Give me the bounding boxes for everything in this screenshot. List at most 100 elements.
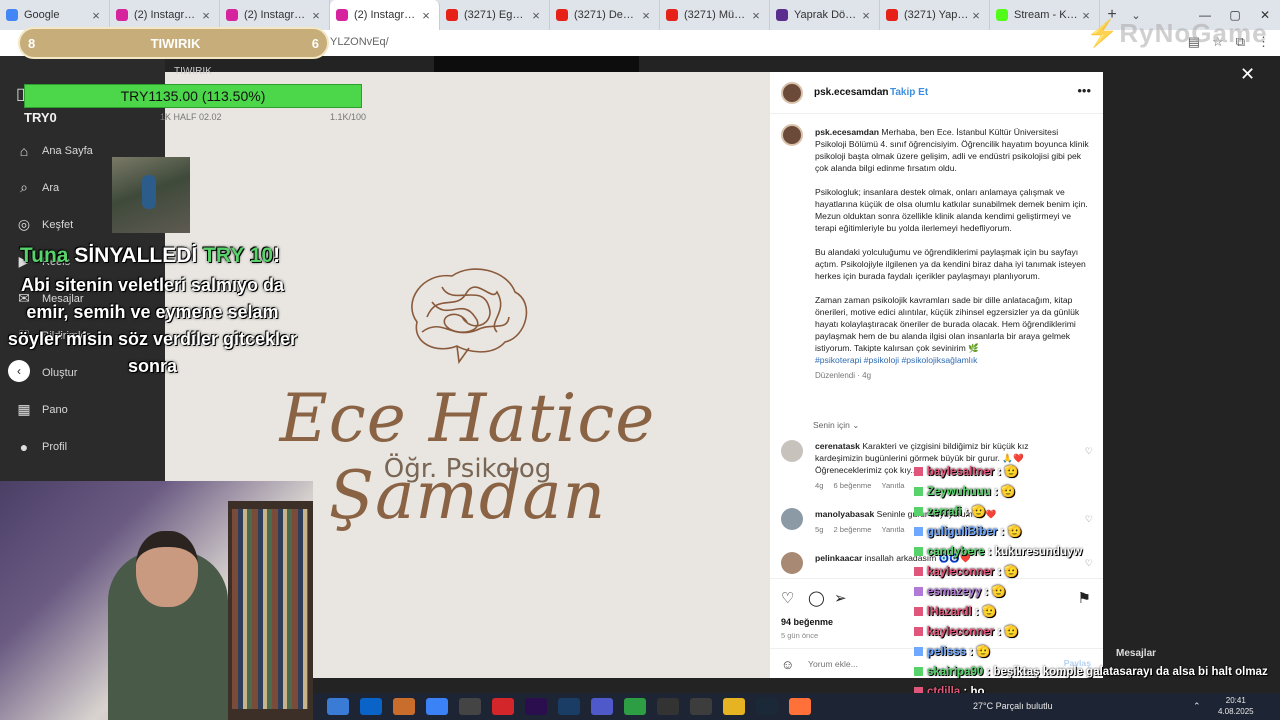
close-tab-icon[interactable]: × [199,8,213,23]
goal-faint-text: 1K HALF 02.02 [160,112,222,122]
chrome-icon[interactable] [624,698,646,715]
chat-username[interactable]: candybere [927,546,985,558]
chat-username[interactable]: esmazeyy [927,586,981,598]
caption-avatar[interactable] [781,124,803,146]
steam-icon[interactable] [756,698,778,715]
commenter-avatar[interactable] [781,508,803,530]
hashtags[interactable]: #psikoterapi #psikoloji #psikolojiksağla… [815,355,977,365]
donation-goal-value: TRY1135.00 (113.50%) [120,88,266,104]
chat-username[interactable]: Zeywuhuuu [927,486,991,498]
chat-username[interactable]: baylesaltner [927,466,994,478]
chat-username[interactable]: kayleconner [927,566,994,578]
explorer-icon[interactable] [723,698,745,715]
alert-action: SİNYALLEDİ [74,244,198,267]
follow-button[interactable]: Takip Et [890,87,928,98]
photoshop-icon[interactable] [558,698,580,715]
sidebar-item-dashboard[interactable]: ▦ Pano [16,391,93,428]
close-tab-icon[interactable]: × [419,8,433,23]
obs-icon[interactable] [690,698,712,715]
close-tab-icon[interactable]: × [529,8,543,23]
firefox-icon[interactable] [789,698,811,715]
alert-amount: TRY 10 [203,244,274,267]
bolt-icon: ⚡ [1086,18,1120,48]
comment-likes[interactable]: 6 beğenme [833,481,871,490]
sidebar-item-home[interactable]: ⌂ Ana Sayfa [16,132,93,169]
close-tab-icon[interactable]: × [969,8,983,23]
tab-favicon-icon [226,9,238,21]
url-text[interactable]: YLZONvEq/ [330,36,389,48]
browser-tab[interactable]: (3271) Müge Anlı ile× [660,0,770,30]
likes-count[interactable]: 94 beğenme [781,617,833,627]
browser-tab[interactable]: (2) Instagram × [220,0,330,30]
chat-text: 🫡 [1001,486,1016,498]
sidebar-item-explore[interactable]: ◎ Keşfet [16,206,93,243]
commenter-username[interactable]: cerenatask [815,441,860,451]
reply-button[interactable]: Yanıtla [881,481,904,490]
outlook-icon[interactable] [360,698,382,715]
taskbar-clock[interactable]: 20:41 4.08.2025 [1218,695,1254,717]
sidebar-item-search[interactable]: ⌕ Ara [16,169,93,206]
browser-tab[interactable]: Google × [0,0,110,30]
chat-separator: : [961,506,972,518]
sidebar-item-profile[interactable]: ● Profil [16,428,93,465]
emoji-icon[interactable]: ☺ [781,657,794,672]
chat-badge-icon [914,487,923,497]
opera-icon[interactable] [492,698,514,715]
reply-button[interactable]: Yanıtla [881,525,904,534]
donor-name: Tuna [19,244,69,267]
close-tab-icon[interactable]: × [89,8,103,23]
chat-username[interactable]: skairipa90 [927,666,983,678]
post-caption: psk.ecesamdan Merhaba, ben Ece. İstanbul… [770,114,1103,406]
author-username[interactable]: psk.ecesamdan [814,87,889,98]
share-icon[interactable]: ➢ [834,589,847,607]
comment-sort-dropdown[interactable]: Senin için ⌄ [813,420,859,431]
system-tray-icon[interactable]: ⌃ [1193,701,1201,712]
browser-tab[interactable]: Stream - Kick Dashb× [990,0,1100,30]
close-tab-icon[interactable]: × [859,8,873,23]
start-icon[interactable] [327,698,349,715]
commenter-avatar[interactable] [781,440,803,462]
like-icon[interactable]: ♡ [781,589,794,607]
caption-username[interactable]: psk.ecesamdan [815,127,879,137]
chat-username[interactable]: lHazardl [927,606,972,618]
tab-title: (2) Instagram [244,9,309,21]
commenter-username[interactable]: manolyabasak [815,509,874,519]
chat-separator: : [983,666,994,678]
commenter-avatar[interactable] [781,552,803,574]
comment-icon[interactable]: ◯ [808,589,825,607]
chat-username[interactable]: kayleconner [927,626,994,638]
browser-tab[interactable]: (3271) Deniz Seki - 2× [550,0,660,30]
teams-icon[interactable] [591,698,613,715]
tab-favicon-icon [446,9,458,21]
close-tab-icon[interactable]: × [309,8,323,23]
chat-username[interactable]: zerrafi [927,506,962,518]
terminal-icon[interactable] [459,698,481,715]
browser-tab[interactable]: (2) Instagram × [110,0,220,30]
chat-message: esmazeyy : 🫡 [914,582,1274,602]
browser-tab[interactable]: (3271) Yaprak Dökü× [880,0,990,30]
app-icon[interactable] [393,698,415,715]
premiere-icon[interactable] [525,698,547,715]
windows-taskbar: 27°C Parçalı bulutlu ⌃ 20:41 4.08.2025 [313,693,1280,720]
streamer-head [136,531,198,607]
browser-tab[interactable]: Yaprak Dökümü 72.× [770,0,880,30]
browser-tab[interactable]: (2) Instagram × [330,0,440,30]
tab-title: Google [24,9,60,21]
close-modal-icon[interactable]: ✕ [1240,64,1255,85]
chat-text: 🫡 [976,646,991,658]
like-comment-icon[interactable]: ♡ [1085,446,1093,457]
store-icon[interactable] [426,698,448,715]
stream-hud-bar: 8 TIWIRIK 6 [18,27,329,59]
weather-widget[interactable]: 27°C Parçalı bulutlu [973,701,1053,711]
close-tab-icon[interactable]: × [749,8,763,23]
browser-tab[interactable]: (3271) Egemen Reis× [440,0,550,30]
epic-icon[interactable] [657,698,679,715]
author-avatar[interactable] [781,82,803,104]
chat-username[interactable]: guliguliBiber [927,526,997,538]
close-tab-icon[interactable]: × [639,8,653,23]
more-options-icon[interactable]: ••• [1077,83,1091,98]
chat-message: guliguliBiber : 🫡 [914,522,1274,542]
comment-likes[interactable]: 2 beğenme [833,525,871,534]
chat-username[interactable]: pelisss [927,646,966,658]
commenter-username[interactable]: pelinkaacar [815,553,862,563]
